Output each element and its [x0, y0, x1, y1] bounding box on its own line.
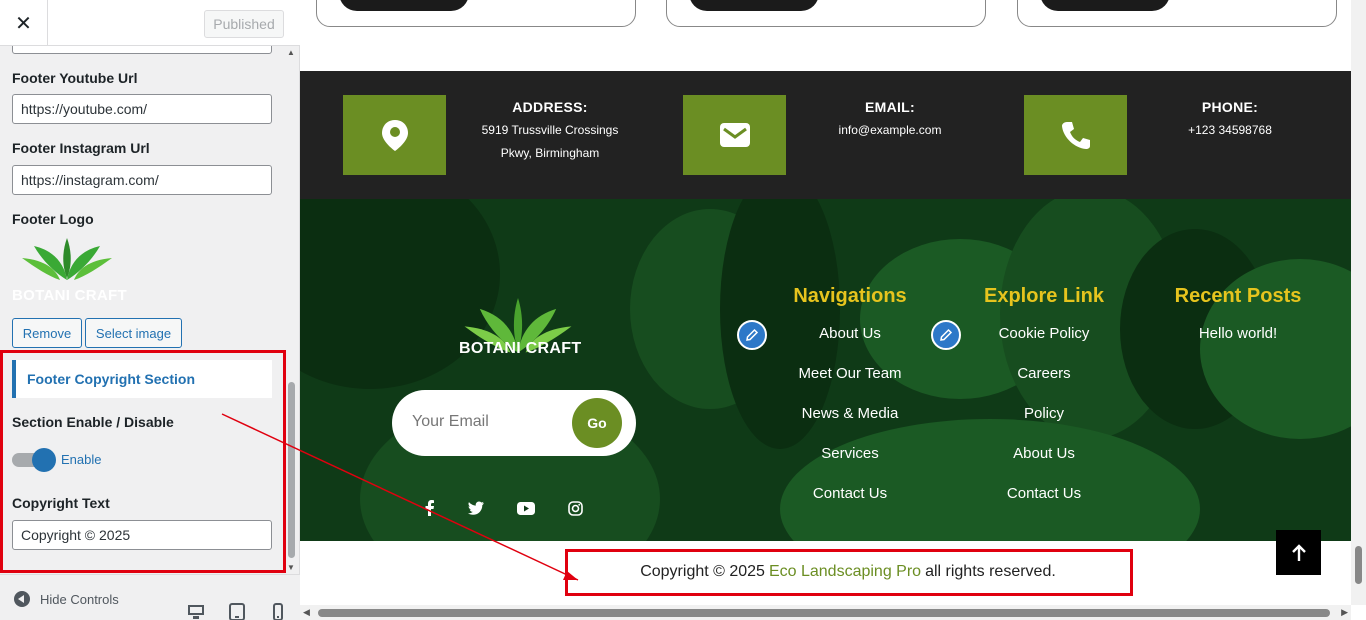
logo-preview-text: BOTANI CRAFT — [12, 287, 127, 304]
previous-url-input[interactable] — [12, 46, 272, 54]
newsletter-email-input[interactable] — [412, 408, 562, 436]
address-line-2: Pkwy, Birmingham — [500, 146, 600, 160]
publish-button[interactable]: Published — [204, 10, 284, 38]
copyright-bar: Copyright © 2025 Eco Landscaping Pro all… — [565, 550, 1131, 594]
feature-card — [1017, 0, 1337, 27]
copyright-text-label: Copyright Text — [12, 495, 110, 511]
contact-email: EMAIL: info@example.com — [805, 99, 975, 142]
nav-link-contact-us[interactable]: Contact Us — [770, 485, 930, 502]
explore-link-careers[interactable]: Careers — [964, 365, 1124, 382]
edit-shortcut-icon[interactable] — [737, 320, 767, 350]
navigations-title: Navigations — [793, 285, 907, 307]
preview-horizontal-scrollbar[interactable]: ◀ ▶ — [300, 605, 1351, 620]
customizer-header: ✕ Published — [0, 0, 300, 46]
copyright-text-input[interactable] — [12, 520, 272, 550]
select-image-button[interactable]: Select image — [85, 318, 182, 348]
footer-youtube-input[interactable] — [12, 94, 272, 124]
footer-copyright-section-header[interactable]: Footer Copyright Section — [12, 360, 272, 398]
newsletter-go-button[interactable]: Go — [572, 398, 622, 448]
customizer-controls: Footer Youtube Url Footer Instagram Url … — [0, 46, 285, 574]
twitter-icon[interactable] — [466, 499, 486, 517]
footer-instagram-input[interactable] — [12, 165, 272, 195]
tablet-preview-icon[interactable] — [228, 603, 246, 620]
contact-phone: PHONE: +123 34598768 — [1145, 99, 1315, 142]
card-button[interactable] — [1040, 0, 1170, 11]
facebook-icon[interactable] — [420, 499, 440, 517]
edit-shortcut-icon[interactable] — [931, 320, 961, 350]
site-preview: ADDRESS: 5919 Trussville Crossings Pkwy,… — [300, 0, 1366, 620]
nav-link-about-us[interactable]: About Us — [770, 325, 930, 342]
explore-link-cookie-policy[interactable]: Cookie Policy — [964, 325, 1124, 342]
feature-card — [316, 0, 636, 27]
copyright-prefix: Copyright © 2025 — [640, 563, 765, 580]
customizer-footer: Hide Controls — [0, 574, 300, 620]
contact-address: ADDRESS: 5919 Trussville Crossings Pkwy,… — [465, 99, 635, 165]
scroll-to-top-button[interactable] — [1276, 530, 1321, 575]
location-pin-icon — [343, 95, 446, 175]
explore-link-policy[interactable]: Policy — [964, 405, 1124, 422]
customizer-sidebar: ✕ Published Footer Youtube Url Footer In… — [0, 0, 300, 620]
email-title: EMAIL: — [864, 99, 915, 115]
collapse-icon — [14, 591, 30, 607]
nav-link-services[interactable]: Services — [770, 445, 930, 462]
hide-controls-label: Hide Controls — [40, 591, 119, 607]
remove-button[interactable]: Remove — [12, 318, 82, 348]
footer-instagram-label: Footer Instagram Url — [12, 140, 150, 156]
footer-youtube-label: Footer Youtube Url — [12, 70, 138, 86]
phone-title: PHONE: — [1201, 99, 1259, 115]
sidebar-scrollbar[interactable]: ▲ ▼ — [285, 46, 298, 574]
footer-logo-label: Footer Logo — [12, 211, 94, 227]
leaf-logo-icon — [22, 238, 112, 280]
desktop-preview-icon[interactable] — [187, 603, 205, 620]
footer-logo-preview: BOTANI CRAFT — [12, 232, 132, 304]
explore-link-contact-us[interactable]: Contact Us — [964, 485, 1124, 502]
nav-link-news-media[interactable]: News & Media — [770, 405, 930, 422]
close-icon[interactable]: ✕ — [0, 0, 48, 46]
explore-link-title: Explore Link — [983, 285, 1105, 307]
phone-icon — [1024, 95, 1127, 175]
section-enable-toggle[interactable] — [12, 448, 56, 472]
email-value[interactable]: info@example.com — [805, 119, 975, 142]
newsletter-form: Go — [392, 390, 636, 456]
feature-card — [666, 0, 986, 27]
footer-main: BOTANI CRAFT Go Navigations About Us Mee… — [300, 199, 1351, 541]
hide-controls-button[interactable]: Hide Controls — [14, 591, 119, 607]
instagram-icon[interactable] — [565, 499, 585, 517]
card-button[interactable] — [689, 0, 819, 11]
arrow-up-icon — [1291, 543, 1306, 561]
address-title: ADDRESS: — [512, 99, 588, 115]
copyright-brand-link[interactable]: Eco Landscaping Pro — [769, 563, 921, 581]
card-button[interactable] — [339, 0, 469, 11]
recent-post-link[interactable]: Hello world! — [1158, 325, 1318, 342]
envelope-icon — [683, 95, 786, 175]
footer-brand-name: BOTANI CRAFT — [459, 340, 582, 357]
nav-link-meet-our-team[interactable]: Meet Our Team — [770, 365, 930, 382]
copyright-suffix: all rights reserved. — [925, 563, 1056, 580]
toggle-enable-label: Enable — [61, 452, 102, 467]
mobile-preview-icon[interactable] — [269, 603, 287, 620]
phone-value[interactable]: +123 34598768 — [1145, 119, 1315, 142]
explore-link-about-us[interactable]: About Us — [964, 445, 1124, 462]
youtube-icon[interactable] — [516, 499, 536, 517]
contact-bar: ADDRESS: 5919 Trussville Crossings Pkwy,… — [300, 71, 1351, 199]
recent-posts-title: Recent Posts — [1174, 285, 1302, 307]
address-line-1: 5919 Trussville Crossings — [481, 123, 619, 137]
section-enable-label: Section Enable / Disable — [12, 414, 174, 430]
preview-vertical-scrollbar[interactable] — [1351, 0, 1366, 605]
